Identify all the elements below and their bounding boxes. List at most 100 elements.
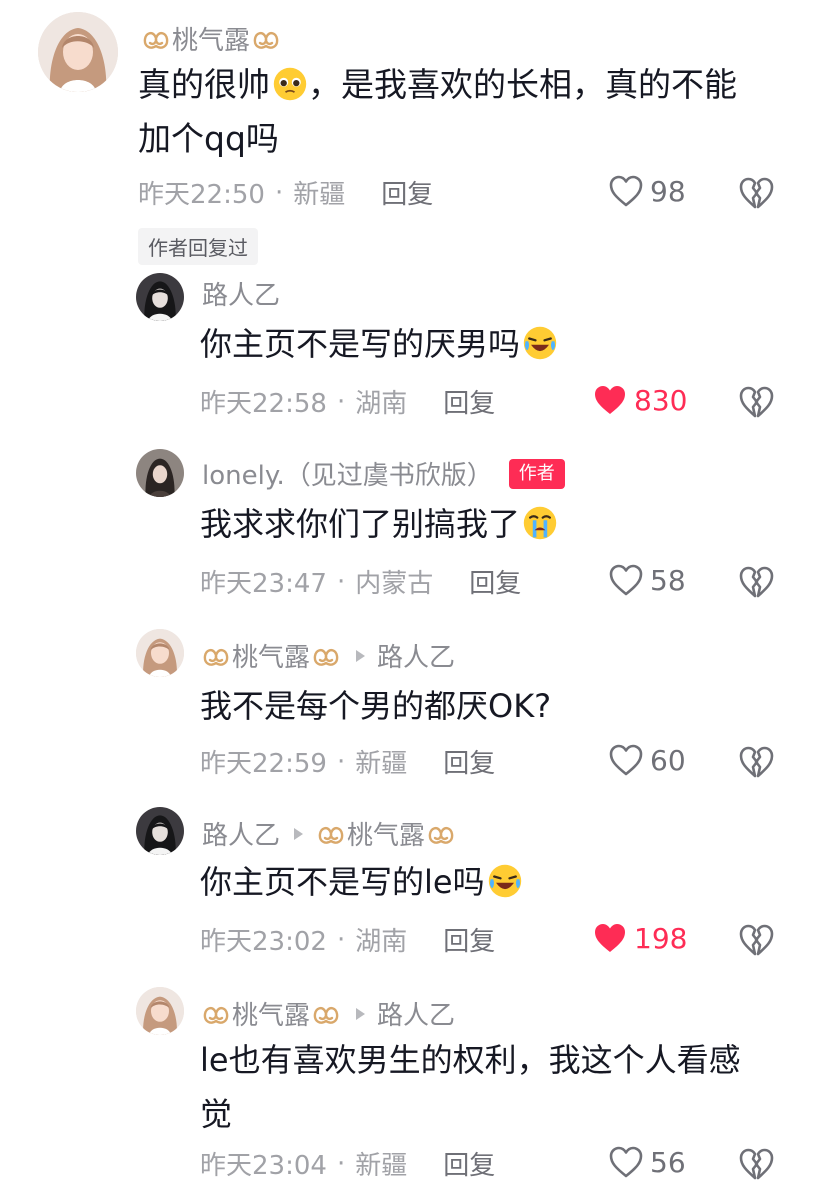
username[interactable]: 路人乙 bbox=[202, 275, 280, 312]
dislike-icon[interactable] bbox=[738, 923, 774, 957]
like-button[interactable]: 198 bbox=[592, 921, 687, 955]
reply-item: 桃气露 路人乙 le也有喜欢男生的权利，我这个人看感 觉 昨天23:04 · 新… bbox=[0, 981, 816, 1200]
heart-icon bbox=[608, 1145, 644, 1179]
comment-text-part: ，是我喜欢的长相，真的不能 bbox=[308, 65, 737, 104]
username-line: 桃气露 路人乙 bbox=[200, 637, 455, 674]
location: 新疆 bbox=[293, 180, 346, 210]
avatar[interactable] bbox=[38, 12, 118, 92]
like-count: 98 bbox=[650, 174, 686, 208]
dislike-icon[interactable] bbox=[738, 1147, 774, 1181]
separator: · bbox=[336, 1148, 346, 1179]
username-line: 桃气露 bbox=[140, 20, 282, 57]
like-button[interactable]: 98 bbox=[608, 174, 686, 208]
comment-item: 桃气露 真的很帅 ，是我喜欢的长相，真的不能 加个qq吗 昨天22:50 · 新疆… bbox=[0, 0, 816, 270]
location: 内蒙古 bbox=[355, 569, 434, 599]
reply-text: le也有喜欢男生的权利，我这个人看感 觉 bbox=[200, 1033, 790, 1141]
dislike-icon[interactable] bbox=[738, 385, 774, 419]
like-count: 60 bbox=[650, 743, 686, 777]
avatar[interactable] bbox=[136, 807, 184, 855]
like-button[interactable]: 56 bbox=[608, 1145, 686, 1179]
timestamp: 昨天22:58 bbox=[200, 389, 327, 419]
reply-arrow-icon bbox=[356, 1007, 366, 1020]
reply-to-username[interactable]: 路人乙 bbox=[377, 637, 455, 674]
author-tag: 作者 bbox=[508, 458, 565, 489]
pretzel-icon bbox=[317, 823, 345, 845]
reply-meta: 昨天22:58 · 湖南 回复 bbox=[200, 383, 495, 420]
pretzel-icon bbox=[427, 823, 455, 845]
author-replied-badge: 作者回复过 bbox=[138, 228, 258, 265]
reply-button[interactable]: 回复 bbox=[443, 921, 495, 958]
reply-arrow-icon bbox=[356, 649, 366, 662]
heart-filled-icon bbox=[592, 383, 628, 417]
reply-button[interactable]: 回复 bbox=[381, 174, 433, 211]
reply-text-part: 你主页不是写的厌男吗 bbox=[200, 325, 521, 363]
pretzel-icon bbox=[312, 645, 340, 667]
username-line: 路人乙 桃气露 bbox=[202, 815, 457, 852]
timestamp: 昨天22:50 bbox=[138, 180, 265, 210]
location: 新疆 bbox=[355, 1151, 408, 1181]
comment-text: 真的很帅 ，是我喜欢的长相，真的不能 加个qq吗 bbox=[138, 58, 778, 166]
reply-text-part: 你主页不是写的le吗 bbox=[200, 863, 485, 901]
reply-text-part: 觉 bbox=[200, 1095, 233, 1133]
timestamp: 昨天23:04 bbox=[200, 1151, 327, 1181]
reply-to-username[interactable]: 桃气露 bbox=[347, 815, 425, 852]
pretzel-icon bbox=[312, 1003, 340, 1025]
avatar[interactable] bbox=[136, 449, 184, 497]
location: 湖南 bbox=[355, 927, 408, 957]
separator: · bbox=[336, 746, 346, 777]
reply-item: 桃气露 路人乙 我不是每个男的都厌OK? 昨天22:59 · 新疆 回复 60 bbox=[0, 625, 816, 803]
reply-button[interactable]: 回复 bbox=[443, 383, 495, 420]
username-line: 路人乙 bbox=[202, 275, 280, 312]
dislike-icon[interactable] bbox=[738, 565, 774, 599]
heart-icon bbox=[608, 563, 644, 597]
timestamp: 昨天22:59 bbox=[200, 749, 327, 779]
separator: · bbox=[336, 566, 346, 597]
timestamp: 昨天23:47 bbox=[200, 569, 327, 599]
like-button[interactable]: 58 bbox=[608, 563, 686, 597]
reply-meta: 昨天23:47 · 内蒙古 回复 bbox=[200, 563, 521, 600]
like-button[interactable]: 60 bbox=[608, 743, 686, 777]
reply-text: 我求求你们了别搞我了 bbox=[200, 497, 558, 551]
pretzel-icon bbox=[202, 645, 230, 667]
pleading-emoji-icon bbox=[272, 66, 308, 102]
reply-button[interactable]: 回复 bbox=[443, 743, 495, 780]
username[interactable]: 路人乙 bbox=[202, 815, 280, 852]
reply-meta: 昨天23:04 · 新疆 回复 bbox=[200, 1145, 495, 1182]
like-count: 830 bbox=[634, 383, 688, 417]
username-line: lonely.（见过虞书欣版） 作者 bbox=[202, 455, 565, 492]
comment-text-part: 真的很帅 bbox=[138, 65, 270, 104]
reply-button[interactable]: 回复 bbox=[469, 563, 521, 600]
comment-meta: 昨天22:50 · 新疆 回复 bbox=[138, 174, 433, 211]
avatar[interactable] bbox=[136, 629, 184, 677]
username[interactable]: 桃气露 bbox=[232, 995, 310, 1032]
reply-button[interactable]: 回复 bbox=[443, 1145, 495, 1182]
separator: · bbox=[336, 924, 346, 955]
heart-filled-icon bbox=[592, 921, 628, 955]
reply-text: 你主页不是写的le吗 bbox=[200, 855, 523, 909]
username[interactable]: 桃气露 bbox=[172, 20, 250, 57]
like-button[interactable]: 830 bbox=[592, 383, 687, 417]
dislike-icon[interactable] bbox=[738, 745, 774, 779]
like-count: 56 bbox=[650, 1145, 686, 1179]
laughing-crying-emoji-icon bbox=[487, 863, 523, 899]
reply-meta: 昨天23:02 · 湖南 回复 bbox=[200, 921, 495, 958]
crying-emoji-icon bbox=[522, 505, 558, 541]
pretzel-icon bbox=[252, 28, 280, 50]
reply-text: 我不是每个男的都厌OK? bbox=[200, 687, 552, 725]
laughing-crying-emoji-icon bbox=[522, 325, 558, 361]
heart-icon bbox=[608, 174, 644, 208]
location: 新疆 bbox=[355, 749, 408, 779]
like-count: 58 bbox=[650, 563, 686, 597]
reply-to-username[interactable]: 路人乙 bbox=[377, 995, 455, 1032]
pretzel-icon bbox=[142, 28, 170, 50]
avatar[interactable] bbox=[136, 987, 184, 1035]
like-count: 198 bbox=[634, 921, 688, 955]
reply-arrow-icon bbox=[294, 827, 304, 840]
avatar[interactable] bbox=[136, 273, 184, 321]
username[interactable]: 桃气露 bbox=[232, 637, 310, 674]
reply-text-part: le也有喜欢男生的权利，我这个人看感 bbox=[200, 1041, 741, 1079]
reply-text-part: 我求求你们了别搞我了 bbox=[200, 505, 521, 543]
dislike-icon[interactable] bbox=[738, 176, 774, 210]
username[interactable]: lonely.（见过虞书欣版） bbox=[202, 455, 493, 492]
reply-meta: 昨天22:59 · 新疆 回复 bbox=[200, 743, 495, 780]
